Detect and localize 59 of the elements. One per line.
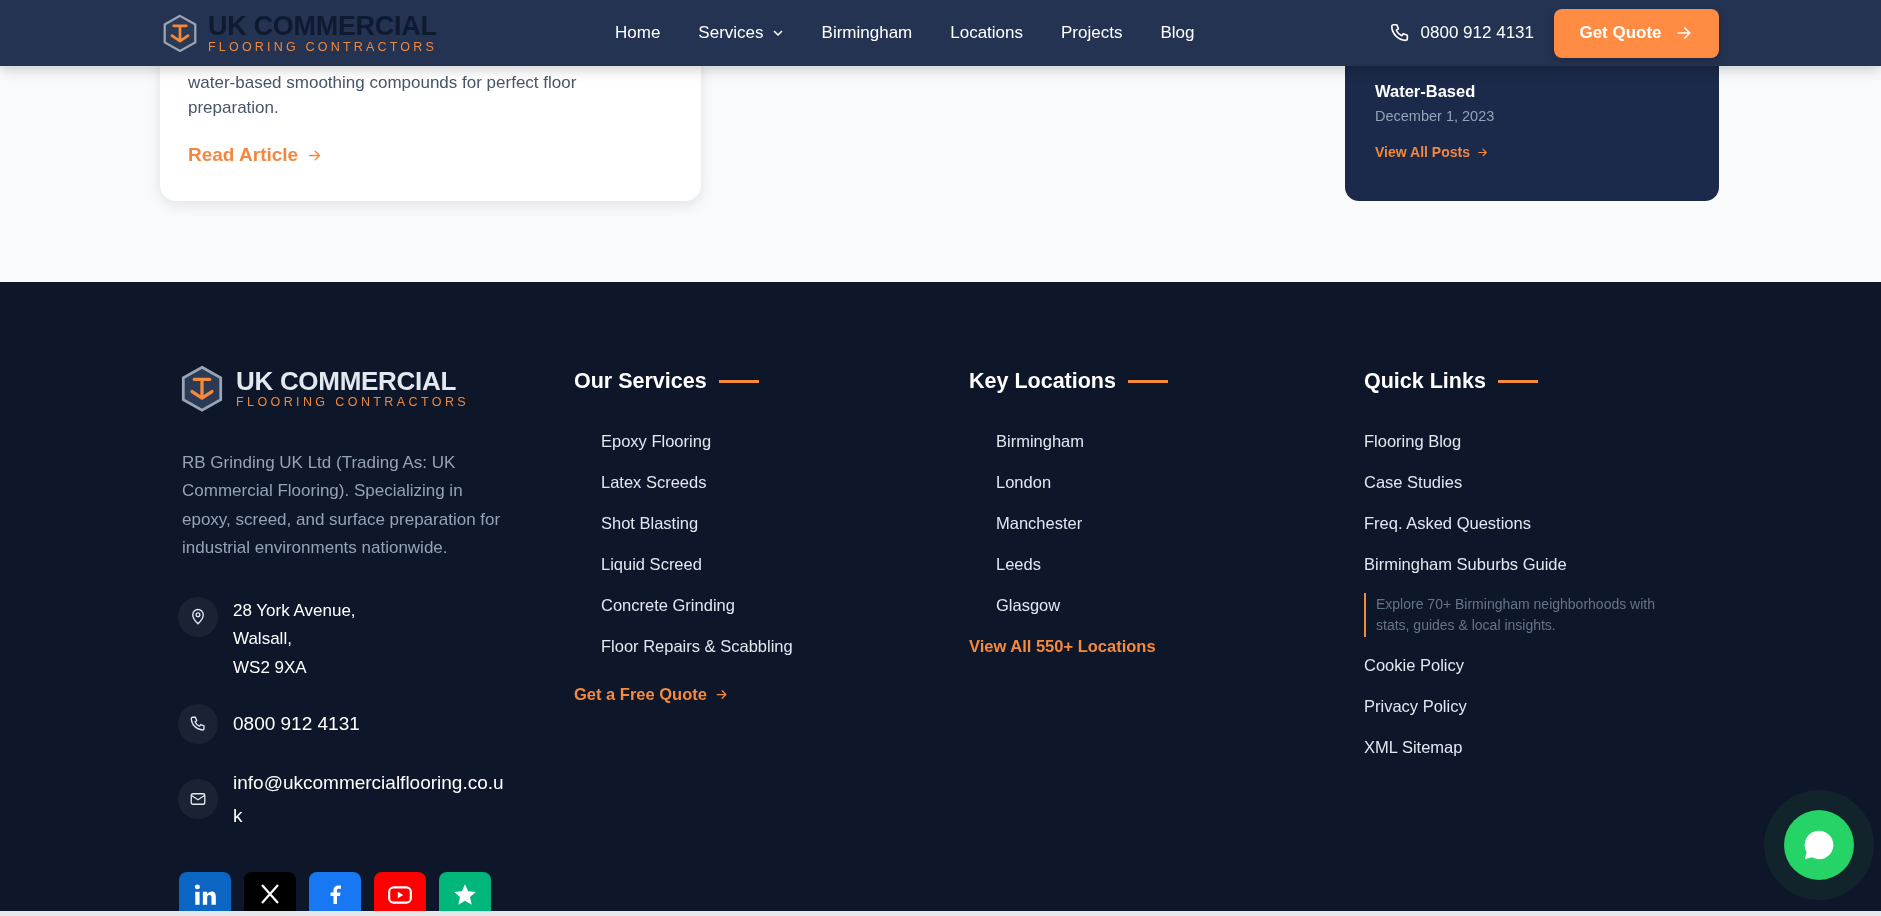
column-heading: Quick Links xyxy=(1364,368,1486,395)
heading-underline xyxy=(1127,379,1168,383)
quick-link[interactable]: XML Sitemap xyxy=(1364,738,1463,756)
location-link[interactable]: Manchester xyxy=(996,514,1083,532)
phone-icon xyxy=(189,715,207,733)
brand-name: UK COMMERCIAL xyxy=(236,368,457,396)
location-link[interactable]: Glasgow xyxy=(996,596,1061,614)
view-all-posts-link[interactable]: View All Posts xyxy=(1375,144,1489,160)
nav-link[interactable]: Locations xyxy=(950,23,1024,43)
arrow-icon xyxy=(713,687,729,702)
quick-link[interactable]: Case Studies xyxy=(1364,473,1463,491)
x-icon xyxy=(258,882,282,906)
social-button[interactable] xyxy=(244,872,296,911)
quick-link[interactable]: Freq. Asked Questions xyxy=(1364,514,1531,532)
star-icon xyxy=(452,882,478,908)
phone-icon xyxy=(1388,22,1411,44)
quick-link[interactable]: Flooring Blog xyxy=(1364,432,1462,450)
map-pin-icon xyxy=(189,607,207,626)
service-link[interactable]: Epoxy Flooring xyxy=(601,432,712,450)
location-link[interactable]: Leeds xyxy=(996,555,1041,573)
service-link[interactable]: Latex Screeds xyxy=(601,473,707,491)
address-line: WS2 9XA xyxy=(233,656,308,679)
post-title[interactable]: Water-Based xyxy=(1375,78,1689,104)
quick-link[interactable]: Cookie Policy xyxy=(1364,656,1464,674)
brand-tagline: FLOORING CONTRACTORS xyxy=(236,395,470,410)
company-description: RB Grinding UK Ltd (Trading As: UK Commercial Flooring). Specializing in epoxy, screed, and surface preparation for industrial environments nationwide. xyxy=(182,451,502,559)
free-quote-link[interactable]: Get a Free Quote xyxy=(574,685,729,704)
service-link[interactable]: Floor Repairs & Scabbling xyxy=(601,637,793,655)
linkedin-icon xyxy=(192,882,218,908)
logo-icon xyxy=(162,13,198,53)
heading-underline xyxy=(718,379,759,383)
phone-number[interactable]: 0800 912 4131 xyxy=(1420,23,1534,43)
column-heading: Key Locations xyxy=(969,368,1116,395)
logo-icon xyxy=(180,365,224,413)
address-line: Walsall, xyxy=(233,628,293,650)
phone-number[interactable]: 0800 912 4131 xyxy=(233,713,360,735)
location-link[interactable]: Birmingham xyxy=(996,432,1085,450)
nav-link[interactable]: Projects xyxy=(1061,23,1123,43)
quick-link[interactable]: Privacy Policy xyxy=(1364,697,1467,715)
article-excerpt: water-based smoothing compounds for perfect floor preparation. xyxy=(188,72,578,119)
nav-link[interactable]: Services xyxy=(698,23,784,43)
service-link[interactable]: Liquid Screed xyxy=(601,555,702,573)
post-date: December 1, 2023 xyxy=(1375,108,1496,124)
all-locations-link[interactable]: View All 550+ Locations xyxy=(969,634,1156,658)
service-link[interactable]: Shot Blasting xyxy=(601,514,699,532)
nav-link[interactable]: Home xyxy=(615,23,661,43)
email-address[interactable]: info@ukcommercialflooring.co.uk xyxy=(233,766,513,832)
link-description: Explore 70+ Birmingham neighborhoods with stats, guides & local insights. xyxy=(1364,593,1656,637)
quick-link[interactable]: Birmingham Suburbs Guide xyxy=(1364,555,1567,573)
mail-icon xyxy=(189,790,207,808)
service-link[interactable]: Concrete Grinding xyxy=(601,596,735,614)
address-line: 28 York Avenue, xyxy=(233,599,356,622)
column-heading: Our Services xyxy=(574,368,707,395)
nav-link[interactable]: Birmingham xyxy=(821,23,913,43)
nav-link[interactable]: Blog xyxy=(1160,23,1195,43)
heading-underline xyxy=(1497,379,1538,383)
social-button[interactable] xyxy=(179,872,231,911)
location-link[interactable]: London xyxy=(996,473,1052,491)
brand-tagline: FLOORING CONTRACTORS xyxy=(208,39,438,54)
